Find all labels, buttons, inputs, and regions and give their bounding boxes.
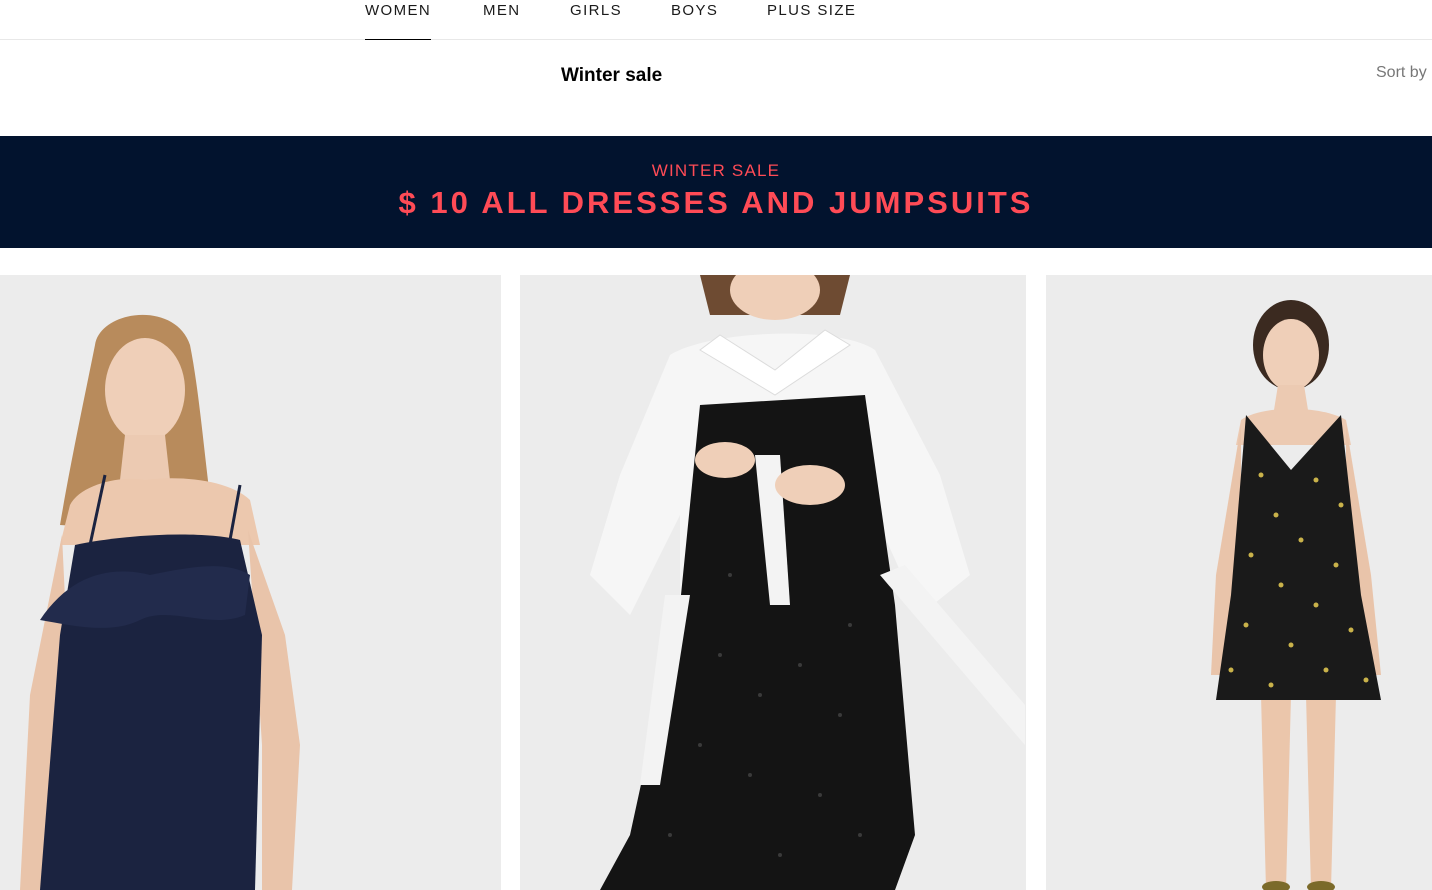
banner-headline: $ 10 ALL DRESSES AND JUMPSUITS (398, 185, 1034, 220)
product-image-sequin-dress (520, 275, 1026, 890)
product-card[interactable] (0, 275, 501, 890)
page-title: Winter sale (561, 65, 663, 86)
product-card[interactable] (520, 275, 1026, 890)
tab-girls[interactable]: GIRLS (570, 0, 622, 40)
tab-plus-size[interactable]: PLUS SIZE (767, 0, 856, 40)
product-image-navy-ruffle-dress (0, 275, 501, 890)
tab-boys[interactable]: BOYS (671, 0, 718, 40)
product-image-polka-dot-dress (1046, 275, 1432, 890)
sort-by-button[interactable]: Sort by (1376, 64, 1427, 82)
banner-kicker: WINTER SALE (651, 161, 781, 180)
top-nav: WOMEN MEN GIRLS BOYS PLUS SIZE (0, 0, 1432, 40)
tab-men[interactable]: MEN (483, 0, 521, 40)
tab-women[interactable]: WOMEN (365, 0, 432, 40)
product-card[interactable] (1046, 275, 1432, 890)
promo-banner[interactable]: WINTER SALE $ 10 ALL DRESSES AND JUMPSUI… (0, 136, 1432, 248)
